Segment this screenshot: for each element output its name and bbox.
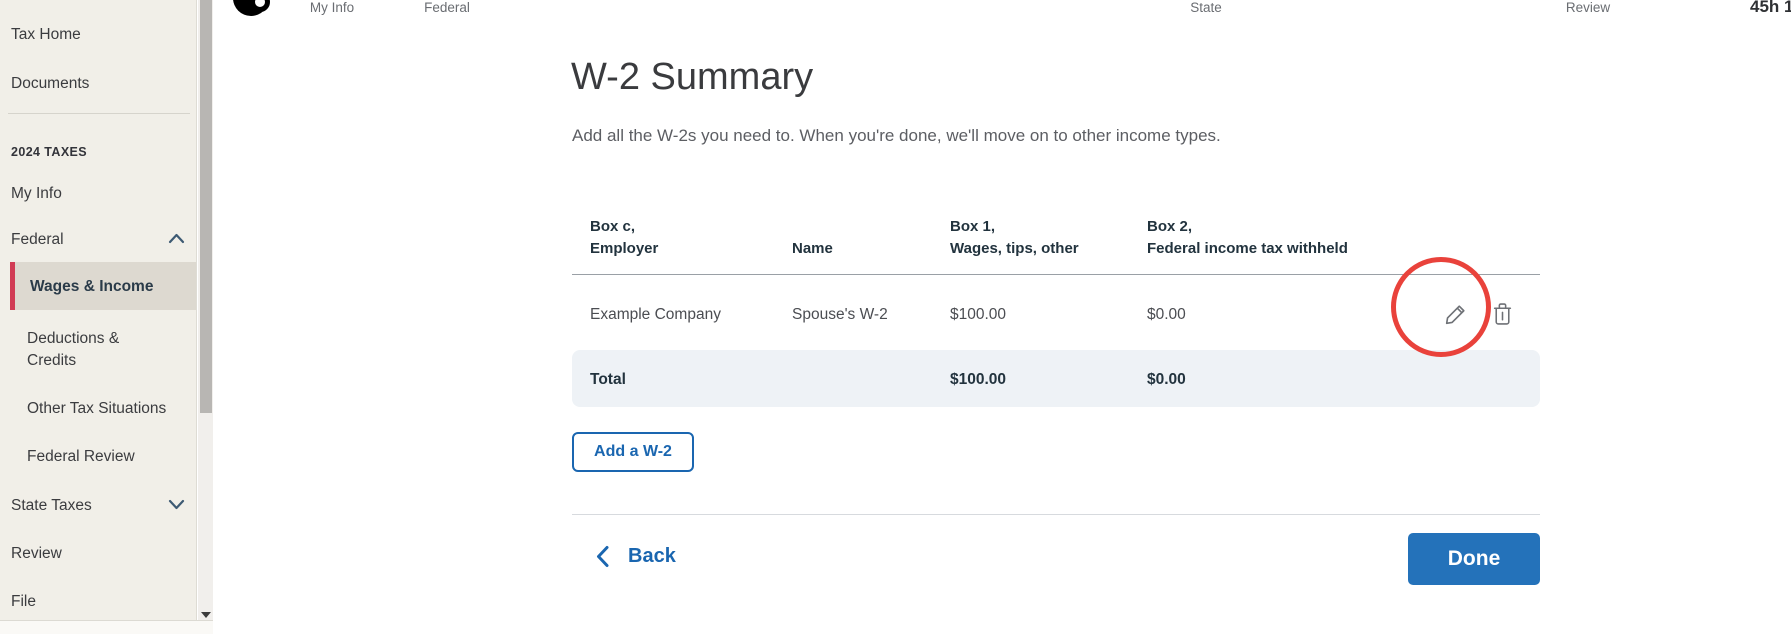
sidebar-item-documents[interactable]: Documents <box>11 75 89 93</box>
sidebar-item-label: My Info <box>11 185 62 202</box>
sidebar-item-label: Other Tax Situations <box>27 400 166 417</box>
sidebar-item-federal[interactable]: Federal <box>11 231 64 249</box>
edit-highlight-circle <box>1391 257 1491 357</box>
sidebar-item-review[interactable]: Review <box>11 545 62 563</box>
sidebar-item-label: Federal Review <box>27 448 135 465</box>
column-header-line1 <box>792 216 833 238</box>
sidebar-nav: Tax Home Documents 2024 TAXES My Info Fe… <box>0 0 197 620</box>
total-label: Total <box>590 371 626 389</box>
total-wages: $100.00 <box>950 371 1006 389</box>
trash-icon <box>1491 301 1514 327</box>
progress-step-state[interactable]: State <box>1190 0 1222 15</box>
row-cell-employer: Example Company <box>590 306 721 324</box>
sidebar-item-label: Federal <box>11 231 64 248</box>
column-header-line1: Box 2, <box>1147 216 1348 238</box>
add-w2-button[interactable]: Add a W-2 <box>572 432 694 472</box>
sidebar-item-label: Deductions & Credits <box>27 330 119 369</box>
scrollbar-down-arrow-icon[interactable] <box>201 612 211 618</box>
w2-summary-page: Tax Home Documents 2024 TAXES My Info Fe… <box>0 0 1791 634</box>
progress-step-review[interactable]: Review <box>1566 0 1610 15</box>
sidebar-item-label: File <box>11 593 36 610</box>
edit-w2-button[interactable] <box>1443 301 1469 327</box>
progress-step-federal[interactable]: Federal <box>424 0 470 15</box>
column-header-line2: Federal income tax withheld <box>1147 238 1348 260</box>
table-header-divider <box>572 274 1540 275</box>
column-header-employer: Box c, Employer <box>590 216 658 260</box>
column-header-name: Name <box>792 216 833 260</box>
sidebar-item-tax-home[interactable]: Tax Home <box>11 26 81 44</box>
row-cell-withheld: $0.00 <box>1147 306 1186 324</box>
sidebar-scrollbar-thumb[interactable] <box>200 0 212 413</box>
back-button[interactable]: Back <box>595 545 676 568</box>
time-spent-indicator: 45h 17m <box>1750 0 1791 17</box>
sidebar-item-wages-income[interactable]: Wages & Income <box>10 262 196 310</box>
sidebar-item-other-tax-situations[interactable]: Other Tax Situations <box>27 400 166 418</box>
column-header-line1: Box 1, <box>950 216 1079 238</box>
page-title: W-2 Summary <box>571 56 813 99</box>
chevron-down-icon <box>168 499 185 510</box>
column-header-line1: Box c, <box>590 216 658 238</box>
column-header-withheld: Box 2, Federal income tax withheld <box>1147 216 1348 260</box>
sidebar-item-label: Documents <box>11 75 89 92</box>
done-button[interactable]: Done <box>1408 533 1540 585</box>
row-cell-name: Spouse's W-2 <box>792 306 888 324</box>
sidebar-divider <box>8 113 190 114</box>
sidebar-item-label: Wages & Income <box>30 278 153 296</box>
sidebar-item-federal-review[interactable]: Federal Review <box>27 448 135 466</box>
chevron-up-icon <box>168 233 185 244</box>
sidebar-bottom-scroll-strip <box>0 620 213 634</box>
progress-step-my-info[interactable]: My Info <box>310 0 354 15</box>
chevron-left-icon <box>595 545 610 568</box>
sidebar-item-label: Tax Home <box>11 26 81 43</box>
sidebar-item-deductions-credits[interactable]: Deductions & Credits <box>27 328 147 372</box>
sidebar-item-my-info[interactable]: My Info <box>11 185 62 203</box>
back-button-label: Back <box>628 545 676 568</box>
delete-w2-button[interactable] <box>1491 301 1514 327</box>
selected-accent-bar <box>10 262 15 310</box>
row-cell-wages: $100.00 <box>950 306 1006 324</box>
column-header-line2: Wages, tips, other <box>950 238 1079 260</box>
footer-divider <box>572 514 1540 515</box>
table-total-row <box>572 350 1540 407</box>
column-header-line2: Employer <box>590 238 658 260</box>
total-withheld: $0.00 <box>1147 371 1186 389</box>
column-header-wages: Box 1, Wages, tips, other <box>950 216 1079 260</box>
sidebar-scrollbar-track[interactable] <box>198 0 213 620</box>
sidebar-item-file[interactable]: File <box>11 593 36 611</box>
sidebar-item-state-taxes[interactable]: State Taxes <box>11 497 92 515</box>
column-header-line2: Name <box>792 238 833 260</box>
pencil-icon <box>1443 301 1469 327</box>
page-subtitle: Add all the W-2s you need to. When you'r… <box>572 126 1221 146</box>
sidebar-section-title: 2024 TAXES <box>11 145 87 159</box>
sidebar-item-label: State Taxes <box>11 497 92 514</box>
sidebar-item-label: Review <box>11 545 62 562</box>
